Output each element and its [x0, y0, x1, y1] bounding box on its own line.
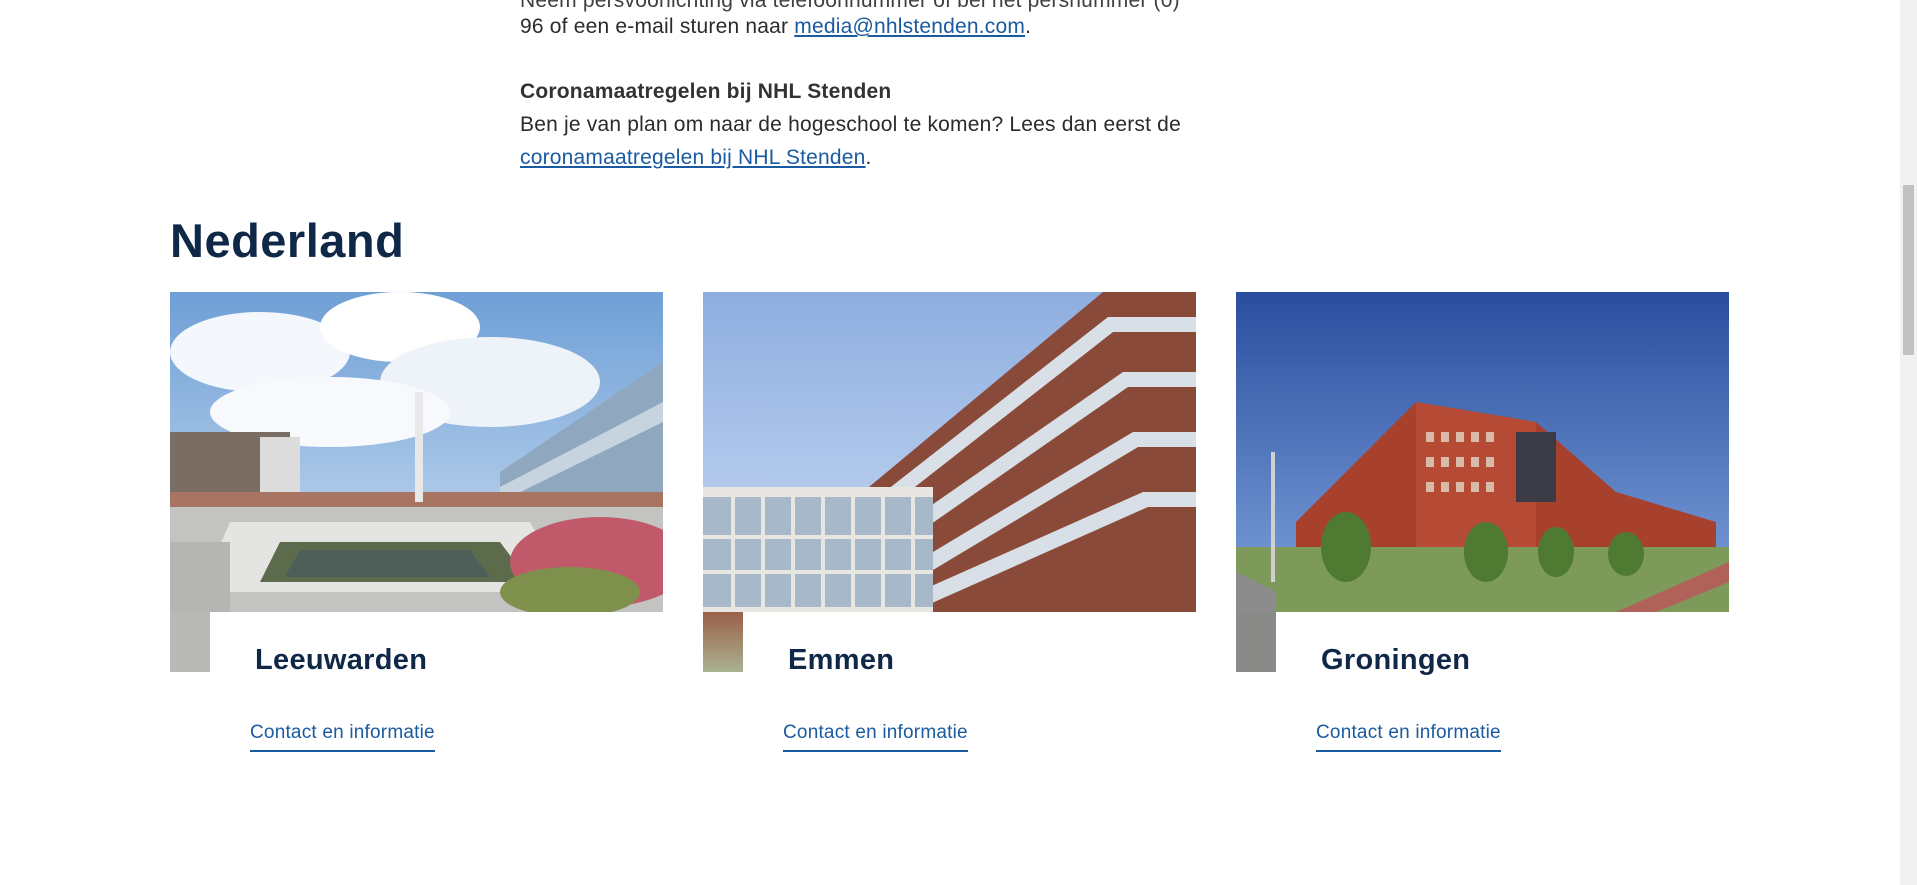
- wooden-facade-building-photo: [703, 292, 1196, 612]
- corona-link-line: coronamaatregelen bij NHL Stenden.: [520, 146, 872, 169]
- card-panel: Groningen Contact en informatie: [1276, 612, 1729, 772]
- card-panel: Leeuwarden Contact en informatie: [210, 612, 663, 772]
- contact-info-link[interactable]: Contact en informatie: [1316, 722, 1501, 752]
- card-panel: Emmen Contact en informatie: [743, 612, 1196, 772]
- corona-text: Ben je van plan om naar de hogeschool te…: [520, 113, 1181, 136]
- contact-info-link[interactable]: Contact en informatie: [783, 722, 968, 752]
- city-name: Groningen: [1321, 644, 1471, 676]
- city-name: Emmen: [788, 644, 895, 676]
- location-card-leeuwarden[interactable]: Leeuwarden Contact en informatie: [170, 292, 663, 772]
- corona-heading: Coronamaatregelen bij NHL Stenden: [520, 80, 892, 103]
- red-brick-building-photo: [1236, 292, 1729, 612]
- section-title: Nederland: [170, 214, 405, 267]
- location-card-groningen[interactable]: Groningen Contact en informatie: [1236, 292, 1729, 772]
- photo-strip: [1236, 612, 1276, 672]
- press-contact-line: 96 of een e-mail sturen naar media@nhlst…: [520, 15, 1032, 38]
- contact-info-link[interactable]: Contact en informatie: [250, 722, 435, 752]
- photo-strip: [170, 612, 210, 672]
- email-link[interactable]: media@nhlstenden.com: [794, 15, 1025, 38]
- corona-link[interactable]: coronamaatregelen bij NHL Stenden: [520, 146, 866, 169]
- city-name: Leeuwarden: [255, 644, 428, 676]
- vertical-scrollbar[interactable]: [1900, 0, 1917, 885]
- photo-strip: [703, 612, 743, 672]
- location-card-emmen[interactable]: Emmen Contact en informatie: [703, 292, 1196, 772]
- scrollbar-thumb[interactable]: [1903, 185, 1914, 355]
- campus-square-photo: [170, 292, 663, 612]
